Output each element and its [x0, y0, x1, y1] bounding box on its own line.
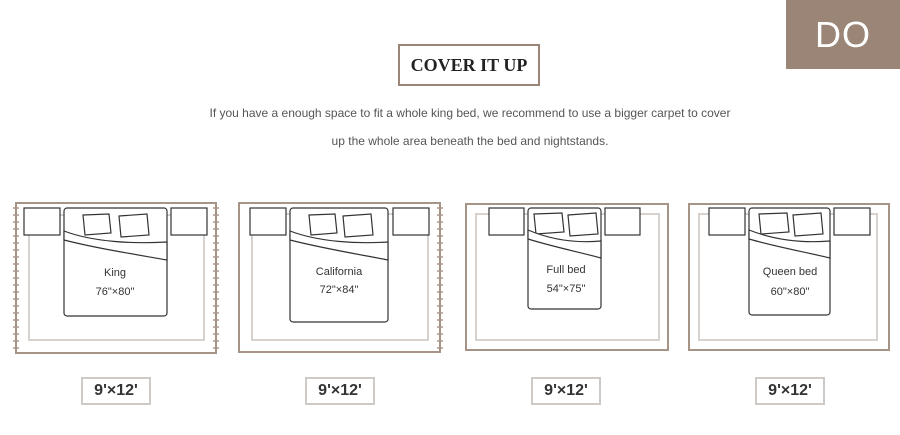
description-line-2: up the whole area beneath the bed and ni… [331, 134, 609, 148]
pillow-right [118, 213, 150, 238]
rug-diagram-california: California 72"×84" [238, 202, 443, 353]
section-title: COVER IT UP [398, 44, 540, 86]
rug-diagram-full-bed: Full bed 54"×75" [465, 203, 669, 351]
pillow-left [82, 213, 112, 236]
pillow-left [533, 212, 565, 235]
nightstand-right [604, 207, 641, 236]
nightstand-right [170, 207, 208, 236]
bed-dimensions: 76"×80" [96, 286, 135, 298]
bed-dimensions: 60"×80" [771, 286, 810, 298]
layout-card-full-bed: Full bed 54"×75" [464, 196, 674, 358]
bed-dimensions: 72"×84" [320, 284, 359, 296]
nightstand-right [392, 207, 430, 236]
nightstand-left [23, 207, 61, 236]
description-line-1: If you have a enough space to fit a whol… [209, 106, 731, 120]
nightstand-left [249, 207, 287, 236]
rug-size-label-california: 9'×12' [305, 377, 375, 405]
rug-size-label-queen-bed: 9'×12' [755, 377, 825, 405]
layout-card-california: California 72"×84" [237, 196, 447, 358]
bed-frame [63, 207, 168, 317]
nightstand-left [708, 207, 746, 236]
rug-size-label-king: 9'×12' [81, 377, 151, 405]
pillow-right [792, 212, 824, 237]
pillow-left [308, 213, 338, 236]
pillow-right [342, 213, 374, 238]
pillow-left [758, 212, 790, 235]
pillow-right [567, 212, 599, 237]
bed-name: Queen bed [763, 266, 817, 278]
rug-size-label-full-bed: 9'×12' [531, 377, 601, 405]
nightstand-right [833, 207, 871, 236]
bed-name: King [104, 267, 126, 279]
rug-diagram-queen-bed: Queen bed 60"×80" [688, 203, 890, 351]
bed-frame [289, 207, 389, 323]
bed-name: Full bed [546, 264, 585, 276]
rug-diagram-king: King 76"×80" [13, 202, 219, 354]
layout-card-king: King 76"×80" [13, 196, 223, 358]
layout-card-queen-bed: Queen bed 60"×80" [687, 196, 897, 358]
nightstand-left [488, 207, 525, 236]
do-badge: DO [786, 0, 900, 69]
bed-dimensions: 54"×75" [547, 283, 586, 295]
bed-name: California [316, 266, 363, 278]
